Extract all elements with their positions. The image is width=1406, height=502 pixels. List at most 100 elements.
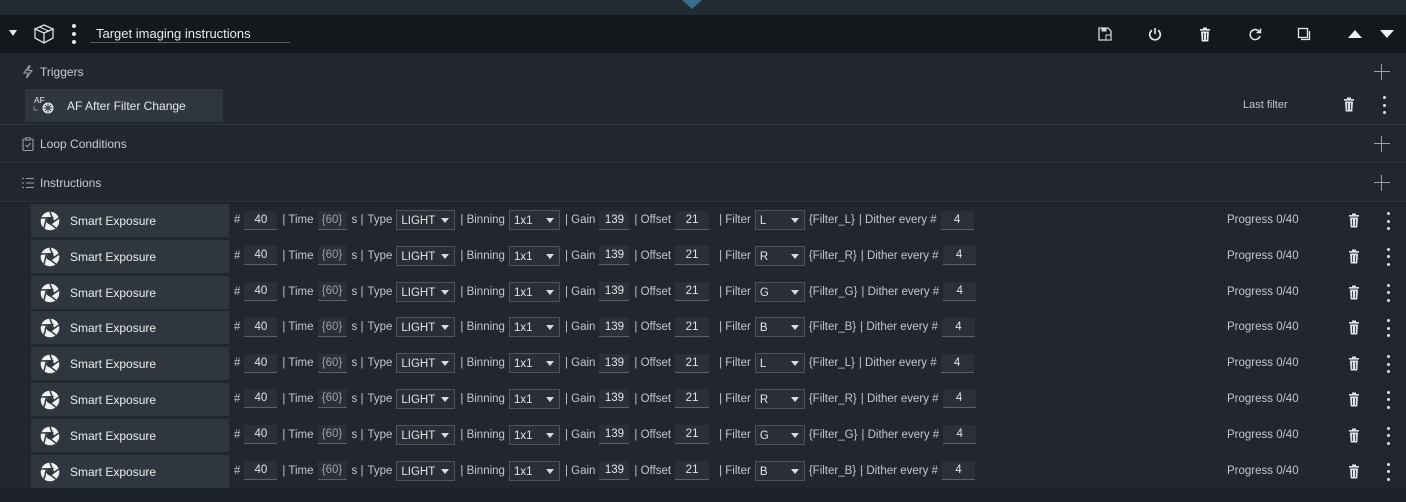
save-icon[interactable] — [1096, 25, 1114, 43]
trash-icon[interactable] — [1348, 464, 1360, 479]
offset-field[interactable]: 21 — [675, 353, 710, 373]
move-up-icon[interactable] — [1346, 25, 1364, 43]
instruction-item[interactable]: Smart Exposure — [31, 239, 229, 273]
exposure-time-field[interactable]: {60} — [317, 461, 347, 481]
gain-field[interactable]: 139 — [599, 317, 630, 337]
offset-field[interactable]: 21 — [675, 425, 710, 445]
instruction-item[interactable]: Smart Exposure — [31, 204, 229, 237]
filter-select[interactable]: L — [754, 353, 805, 374]
dither-field[interactable]: 4 — [941, 317, 975, 337]
image-type-select[interactable]: LIGHT — [396, 460, 456, 481]
image-type-select[interactable]: LIGHT — [396, 353, 456, 374]
exposure-count-field[interactable]: 40 — [244, 246, 278, 266]
image-type-select[interactable]: LIGHT — [396, 245, 456, 266]
exposure-count-field[interactable]: 40 — [244, 425, 278, 445]
binning-select[interactable]: 1x1 — [508, 424, 560, 445]
instruction-item[interactable]: Smart Exposure — [31, 311, 229, 345]
add-instruction-icon[interactable] — [1374, 175, 1390, 191]
offset-field[interactable]: 21 — [675, 282, 710, 302]
filter-select[interactable]: G — [754, 281, 805, 302]
exposure-time-field[interactable]: {60} — [317, 425, 347, 445]
kebab-icon[interactable] — [1385, 426, 1391, 445]
image-type-select[interactable]: LIGHT — [396, 317, 456, 338]
exposure-time-field[interactable]: {60} — [317, 317, 347, 337]
offset-field[interactable]: 21 — [675, 389, 710, 409]
gain-field[interactable]: 139 — [599, 389, 630, 409]
trash-icon[interactable] — [1348, 213, 1360, 228]
kebab-icon[interactable] — [1385, 462, 1391, 481]
binning-select[interactable]: 1x1 — [508, 210, 560, 230]
trash-icon[interactable] — [1348, 392, 1360, 407]
gain-field[interactable]: 139 — [599, 282, 630, 302]
kebab-icon[interactable] — [1381, 96, 1387, 114]
kebab-icon[interactable] — [1385, 390, 1391, 409]
filter-select[interactable]: B — [754, 460, 805, 481]
add-trigger-icon[interactable] — [1374, 64, 1390, 80]
binning-select[interactable]: 1x1 — [508, 353, 560, 374]
binning-select[interactable]: 1x1 — [508, 317, 560, 338]
exposure-count-field[interactable]: 40 — [244, 317, 278, 337]
exposure-count-field[interactable]: 40 — [244, 210, 278, 230]
instruction-item[interactable]: Smart Exposure — [31, 418, 229, 452]
binning-select[interactable]: 1x1 — [508, 281, 560, 302]
gain-field[interactable]: 139 — [599, 425, 630, 445]
offset-field[interactable]: 21 — [675, 210, 710, 230]
exposure-count-field[interactable]: 40 — [244, 389, 278, 409]
kebab-icon[interactable] — [1385, 247, 1391, 266]
kebab-icon[interactable] — [1385, 212, 1391, 230]
gain-field[interactable]: 139 — [599, 246, 630, 266]
offset-field[interactable]: 21 — [675, 246, 710, 266]
exposure-count-field[interactable]: 40 — [244, 282, 278, 302]
refresh-icon[interactable] — [1246, 25, 1264, 43]
dither-field[interactable]: 4 — [941, 461, 975, 481]
instruction-item[interactable]: Smart Exposure — [31, 347, 229, 381]
add-loop-condition-icon[interactable] — [1374, 136, 1390, 152]
move-down-icon[interactable] — [1378, 25, 1396, 43]
exposure-count-field[interactable]: 40 — [244, 461, 278, 481]
kebab-icon[interactable] — [1385, 355, 1391, 374]
instruction-item[interactable]: Smart Exposure — [31, 454, 229, 488]
instruction-item[interactable]: Smart Exposure — [31, 275, 229, 309]
trash-icon[interactable] — [1348, 320, 1360, 335]
image-type-select[interactable]: LIGHT — [396, 424, 456, 445]
filter-select[interactable]: R — [754, 388, 805, 409]
gain-field[interactable]: 139 — [599, 461, 630, 481]
exposure-time-field[interactable]: {60} — [317, 282, 347, 302]
offset-field[interactable]: 21 — [675, 461, 710, 481]
filter-select[interactable]: G — [754, 424, 805, 445]
image-type-select[interactable]: LIGHT — [396, 388, 456, 409]
exposure-time-field[interactable]: {60} — [317, 246, 347, 266]
dither-field[interactable]: 4 — [940, 353, 974, 373]
image-type-select[interactable]: LIGHT — [396, 281, 456, 302]
trigger-item[interactable]: AF AF After Filter Change — [25, 89, 223, 122]
image-type-select[interactable]: LIGHT — [396, 210, 456, 230]
offset-field[interactable]: 21 — [675, 317, 710, 337]
gain-field[interactable]: 139 — [599, 353, 630, 373]
kebab-icon[interactable] — [1385, 283, 1391, 302]
kebab-icon[interactable] — [1385, 319, 1391, 338]
trash-icon[interactable] — [1343, 97, 1355, 112]
dither-field[interactable]: 4 — [942, 246, 976, 266]
trash-icon[interactable] — [1348, 428, 1360, 443]
trash-icon[interactable] — [1348, 249, 1360, 264]
exposure-time-field[interactable]: {60} — [317, 353, 347, 373]
filter-select[interactable]: R — [754, 245, 805, 266]
binning-select[interactable]: 1x1 — [508, 460, 560, 481]
binning-select[interactable]: 1x1 — [508, 245, 560, 266]
power-icon[interactable] — [1146, 25, 1164, 43]
exposure-time-field[interactable]: {60} — [317, 389, 347, 409]
dither-field[interactable]: 4 — [943, 425, 977, 445]
trash-icon[interactable] — [1348, 285, 1360, 300]
collapse-caret-icon[interactable] — [9, 30, 17, 36]
filter-select[interactable]: L — [754, 210, 805, 230]
exposure-count-field[interactable]: 40 — [244, 353, 278, 373]
kebab-icon[interactable] — [70, 24, 78, 44]
dither-field[interactable]: 4 — [943, 282, 977, 302]
trash-icon[interactable] — [1348, 356, 1360, 371]
instruction-item[interactable]: Smart Exposure — [31, 382, 229, 416]
copy-icon[interactable] — [1295, 25, 1313, 43]
trash-icon[interactable] — [1196, 25, 1214, 43]
exposure-time-field[interactable]: {60} — [317, 210, 347, 230]
target-name-input[interactable] — [90, 24, 290, 43]
dither-field[interactable]: 4 — [940, 210, 974, 230]
